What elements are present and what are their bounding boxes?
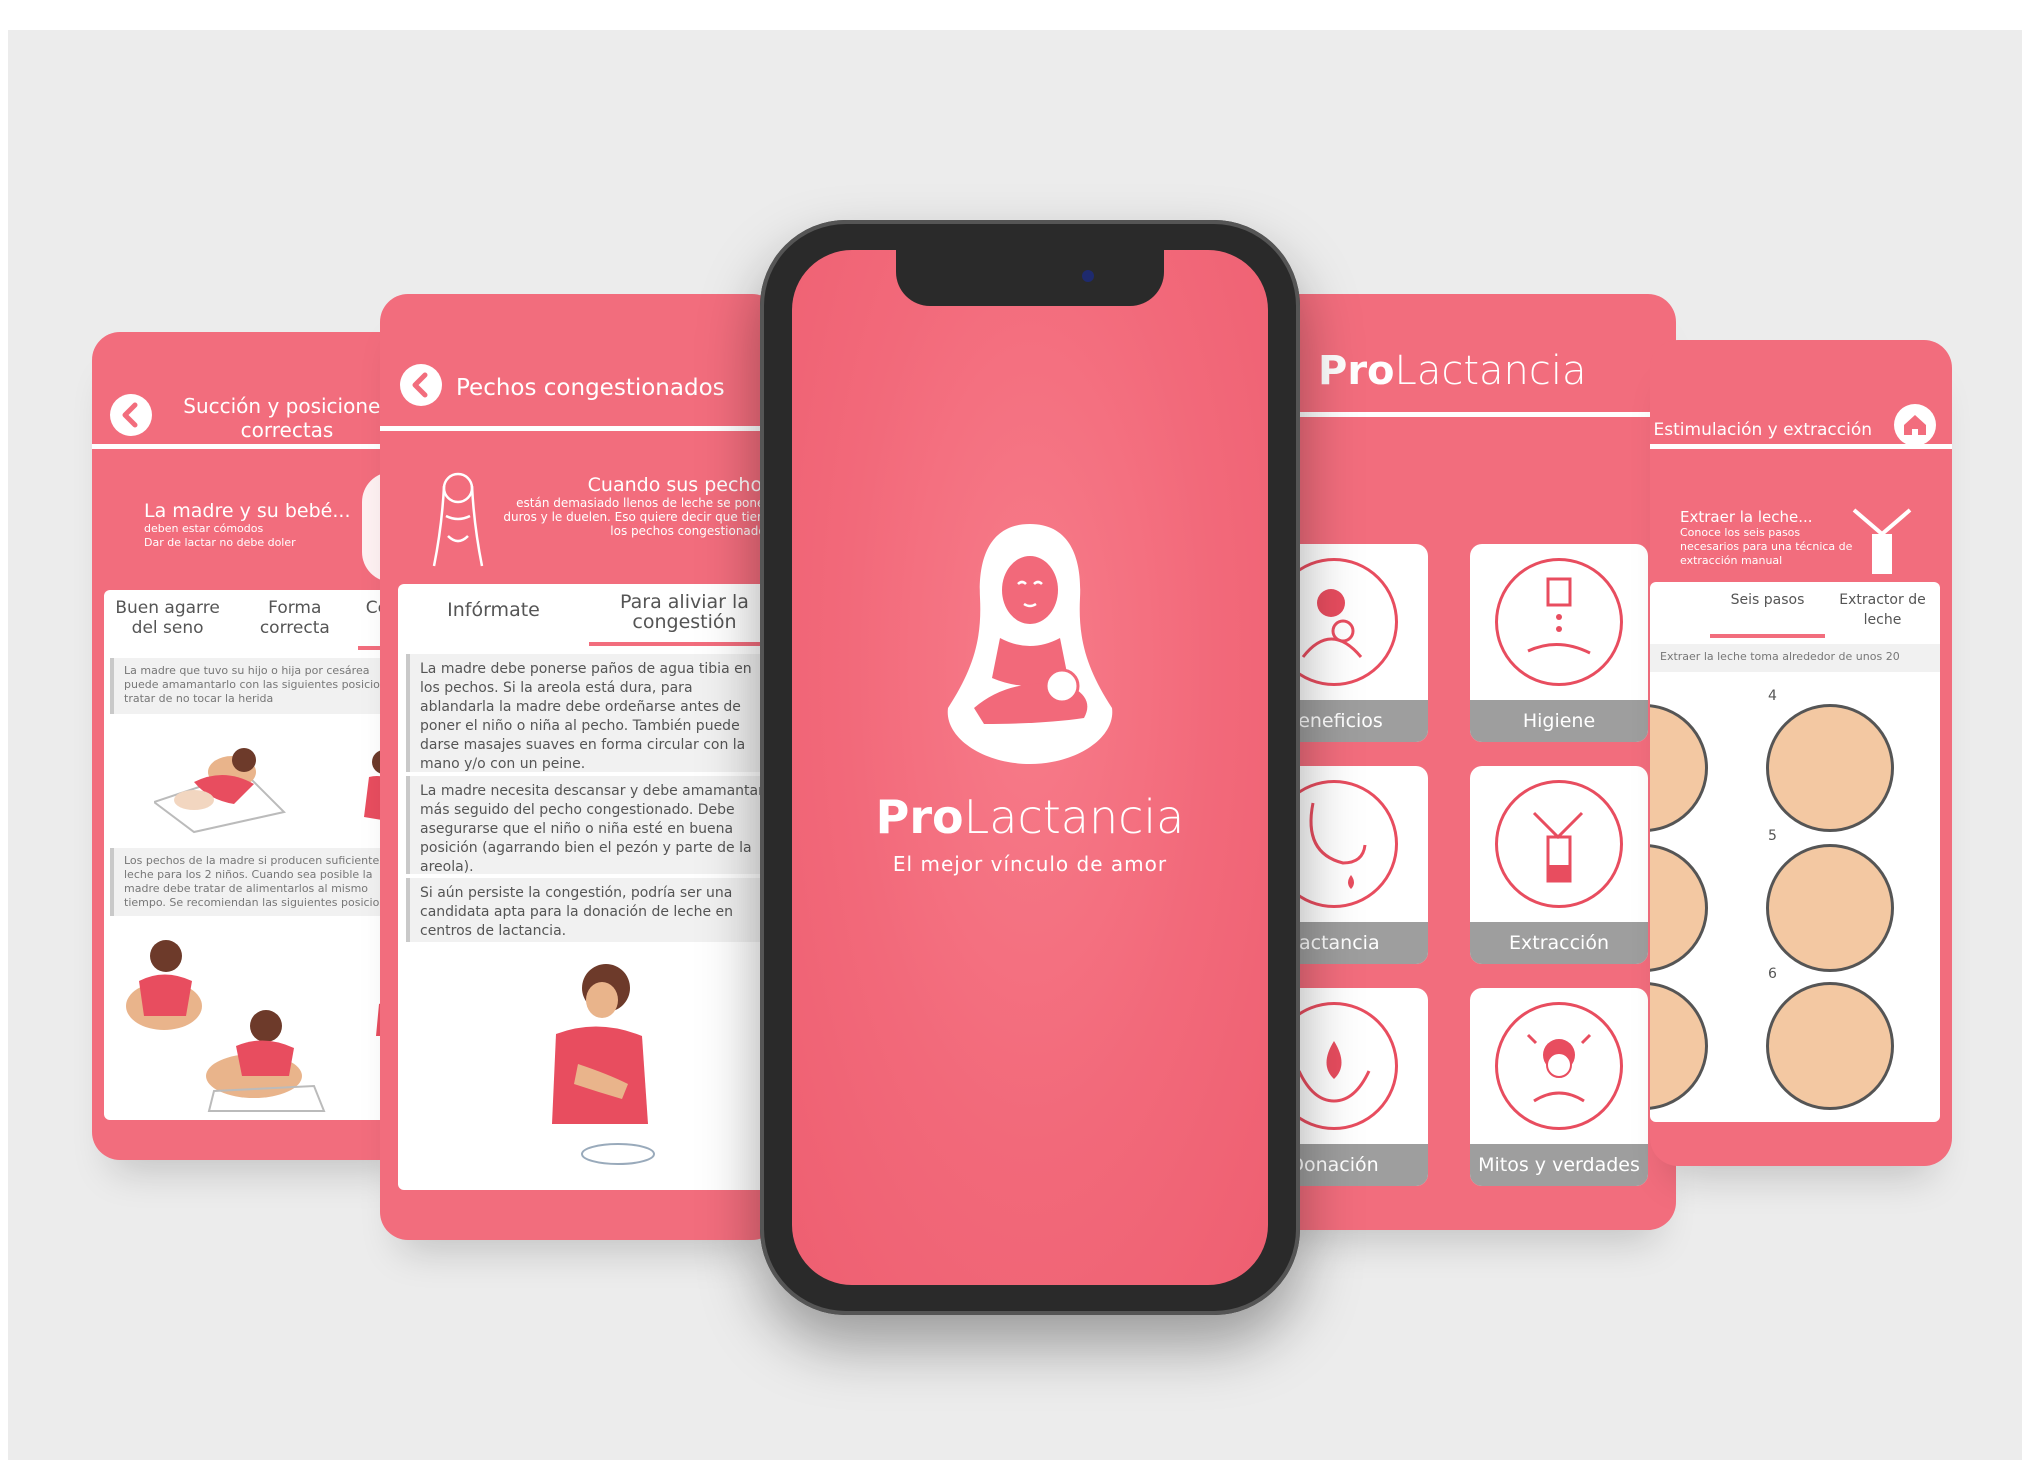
screen-pechos: Pechos congestionados Cuando sus pechos …: [380, 294, 780, 1240]
tab-informate[interactable]: Infórmate: [398, 584, 589, 646]
menu-item-label: Higiene: [1470, 700, 1648, 742]
menu-item-label: Extracción: [1470, 922, 1648, 964]
step-4-number: 4: [1768, 688, 1777, 704]
paragraph-2: La madre necesita descansar y debe amama…: [406, 776, 780, 875]
breast-pump-icon: [1495, 780, 1623, 908]
step-5-illustration: [1766, 844, 1894, 972]
thinking-woman-icon: [1495, 1002, 1623, 1130]
brand-light: Lactancia: [1394, 348, 1587, 394]
screen-succion: Succión y posiciones correctas La madre …: [92, 332, 422, 1160]
screen-estimulacion: Estimulación y extracción Extraer la lec…: [1650, 340, 1952, 1166]
banner-title: Cuando sus pechos: [587, 474, 772, 496]
phone-notch: [896, 250, 1164, 306]
tab-bar: Buen agarre del seno Forma correcta Ce d…: [104, 590, 422, 650]
step-3-illustration: [1650, 982, 1708, 1110]
step-6-illustration: [1766, 982, 1894, 1110]
brand-light: Lactancia: [963, 790, 1185, 844]
text-cesarea: La madre que tuvo su hijo o hija por ces…: [110, 658, 416, 714]
tab-extractor[interactable]: Extractor de leche: [1825, 582, 1940, 638]
tab-forma-correcta[interactable]: Forma correcta: [231, 590, 358, 650]
back-button[interactable]: [110, 394, 152, 436]
intro-text: Extraer la leche toma alrededor de unos …: [1650, 644, 1940, 672]
banner-text: Conoce los seis pasos necesarios para un…: [1680, 526, 1853, 567]
screen-title: Pechos congestionados: [456, 375, 725, 401]
woman-illustration: [426, 466, 496, 576]
back-button[interactable]: [400, 364, 442, 406]
banner: Cuando sus pechos están demasiado llenos…: [500, 474, 772, 538]
banner-title: La madre y su bebé...: [144, 500, 351, 522]
screen-title: Estimulación y extracción: [1653, 420, 1872, 440]
banner-text: están demasiado llenos de leche se ponen…: [503, 496, 772, 538]
expressing-milk-illustration: [518, 954, 678, 1174]
header-divider: [1650, 444, 1952, 449]
brand-bold: Pro: [1318, 348, 1395, 394]
header-divider: [380, 426, 780, 431]
step-1-illustration: [1650, 704, 1708, 832]
step-2-illustration: [1650, 844, 1708, 972]
banner: Extraer la leche... Conoce los seis paso…: [1680, 508, 1860, 568]
hand-wash-icon: [1495, 558, 1623, 686]
tab-bar: Seis pasos Extractor de leche: [1710, 582, 1940, 638]
chevron-left-icon: [412, 372, 428, 398]
text-twins: Los pechos de la madre si producen sufic…: [110, 848, 416, 916]
header-divider: [92, 444, 422, 449]
content-panel: Seis pasos Extractor de leche Extraer la…: [1650, 582, 1940, 1122]
menu-item-label: Mitos y verdades: [1470, 1144, 1648, 1186]
step-5-number: 5: [1768, 828, 1777, 844]
phone-mockup: ProLactancia El mejor vínculo de amor: [760, 220, 1300, 1315]
screen-menu: ProLactancia Beneficios Higiene Lactanci…: [1260, 294, 1676, 1230]
banner-title: Extraer la leche...: [1680, 508, 1813, 526]
brand-bold: Pro: [875, 790, 964, 844]
step-6-number: 6: [1768, 966, 1777, 982]
banner-sub1: deben estar cómodos: [144, 522, 264, 535]
banner: La madre y su bebé... deben estar cómodo…: [144, 500, 351, 550]
lying-position-illustration: [151, 722, 414, 842]
splash-screen: ProLactancia El mejor vínculo de amor: [792, 250, 1268, 1285]
tab-buen-agarre[interactable]: Buen agarre del seno: [104, 590, 231, 650]
banner-sub2: Dar de lactar no debe doler: [144, 536, 296, 549]
camera-icon: [1082, 270, 1094, 282]
menu-item-extraccion[interactable]: Extracción: [1470, 766, 1648, 964]
tagline: El mejor vínculo de amor: [892, 852, 1168, 876]
content-panel: Buen agarre del seno Forma correcta Ce d…: [104, 590, 422, 1120]
brand-logo: ProLactancia: [792, 790, 1268, 844]
header-divider: [1260, 412, 1676, 417]
chevron-left-icon: [122, 402, 138, 428]
home-button[interactable]: [1894, 404, 1936, 446]
breast-pump-illustration: [1848, 490, 1918, 580]
mother-logo-icon: [944, 518, 1116, 768]
tab-bar: Infórmate Para aliviar la congestión: [398, 584, 780, 646]
menu-item-higiene[interactable]: Higiene: [1470, 544, 1648, 742]
menu-brand: ProLactancia: [1318, 348, 1586, 394]
paragraph-1: La madre debe ponerse paños de agua tibi…: [406, 654, 780, 772]
tab-para-aliviar[interactable]: Para aliviar la congestión: [589, 584, 780, 646]
twins-position-illustration: [114, 926, 414, 1116]
menu-item-mitos[interactable]: Mitos y verdades: [1470, 988, 1648, 1186]
step-4-illustration: [1766, 704, 1894, 832]
paragraph-3: Si aún persiste la congestión, podría se…: [406, 878, 780, 942]
home-icon: [1904, 415, 1926, 435]
content-panel: Infórmate Para aliviar la congestión La …: [398, 584, 780, 1190]
tab-seis-pasos[interactable]: Seis pasos: [1710, 582, 1825, 638]
